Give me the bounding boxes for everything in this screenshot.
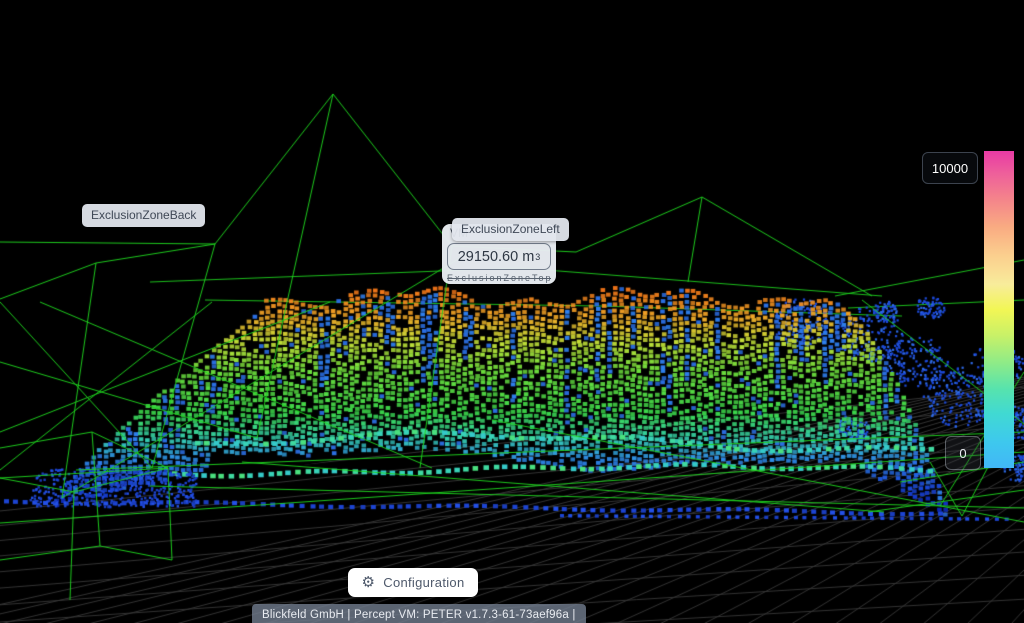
configuration-button[interactable]: ⚙ Configuration: [348, 568, 478, 597]
version-status-bar: Blickfeld GmbH | Percept VM: PETER v1.7.…: [252, 604, 586, 623]
percept-3d-view: ExclusionZoneBack VM 29150.60 m3 Exclusi…: [0, 0, 1024, 623]
exclusion-zone-top-label: ExclusionZoneTop: [447, 273, 551, 283]
gear-icon: ⚙: [362, 575, 376, 590]
exclusion-zone-left-label: ExclusionZoneLeft: [452, 218, 569, 241]
colorbar-max-label: 10000: [922, 152, 978, 184]
configuration-button-label: Configuration: [383, 575, 464, 590]
height-colorbar: [984, 151, 1014, 468]
exclusion-zone-back-label: ExclusionZoneBack: [82, 204, 205, 227]
viewport-canvas[interactable]: [0, 0, 1024, 623]
volume-value-box: 29150.60 m3: [447, 243, 551, 270]
colorbar-min-label: 0: [945, 436, 981, 470]
volume-value: 29150.60 m: [458, 249, 535, 265]
volume-unit-exponent: 3: [535, 252, 540, 262]
